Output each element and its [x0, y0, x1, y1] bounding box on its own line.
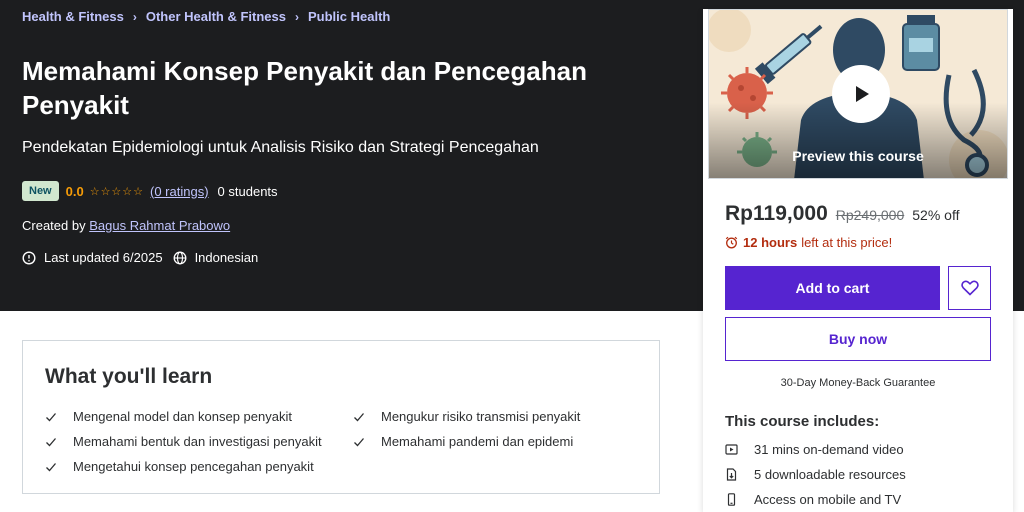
chevron-right-icon: ›: [132, 9, 137, 24]
timer-hours: 12 hours: [743, 235, 798, 250]
alarm-clock-icon: [725, 236, 738, 249]
star-rating-icon: ☆☆☆☆☆: [89, 185, 145, 198]
learn-item: Mengenal model dan konsep penyakit: [45, 409, 292, 424]
mobile-icon: [727, 493, 736, 506]
created-by-label: Created by: [22, 218, 86, 233]
price-timer: 12 hours left at this price!: [725, 235, 892, 250]
alert-clock-icon: [22, 250, 36, 265]
breadcrumb-other-health-fitness[interactable]: Other Health & Fitness: [146, 9, 286, 24]
breadcrumb-public-health[interactable]: Public Health: [308, 9, 390, 24]
course-subtitle: Pendekatan Epidemiologi untuk Analisis R…: [22, 139, 539, 156]
wishlist-button[interactable]: [948, 266, 991, 310]
chevron-right-icon: ›: [295, 9, 299, 24]
course-title: Memahami Konsep Penyakit dan Pencegahan …: [22, 56, 587, 120]
new-badge: New: [22, 181, 59, 201]
check-icon: [354, 437, 364, 446]
heart-icon: [960, 280, 979, 296]
video-icon: [725, 444, 738, 455]
includes-title: This course includes:: [725, 413, 880, 430]
last-updated: Last updated 6/2025: [44, 250, 163, 265]
rating-row: New 0.0 ☆☆☆☆☆ (0 ratings) 0 students: [22, 181, 278, 201]
download-file-icon: [726, 468, 737, 481]
learn-item: Mengetahui konsep pencegahan penyakit: [45, 459, 314, 474]
breadcrumb: Health & Fitness › Other Health & Fitnes…: [22, 9, 390, 24]
breadcrumb-health-fitness[interactable]: Health & Fitness: [22, 9, 124, 24]
learn-item: Mengukur risiko transmisi penyakit: [353, 409, 580, 424]
add-to-cart-button[interactable]: Add to cart: [725, 266, 940, 310]
check-icon: [46, 437, 56, 446]
rating-value: 0.0: [65, 183, 84, 199]
learn-item: Memahami bentuk dan investigasi penyakit: [45, 434, 322, 449]
check-icon: [354, 412, 364, 421]
play-preview-button[interactable]: [832, 65, 890, 123]
globe-icon: [173, 251, 187, 264]
created-by: Created by Bagus Rahmat Prabowo: [22, 218, 230, 233]
original-price: Rp249,000: [835, 207, 905, 223]
learn-item: Memahami pandemi dan epidemi: [353, 434, 573, 449]
course-preview[interactable]: Preview this course: [708, 9, 1008, 179]
buy-now-button[interactable]: Buy now: [725, 317, 991, 361]
discount-percent: 52% off: [912, 207, 960, 223]
course-language: Indonesian: [194, 250, 259, 265]
include-item: 5 downloadable resources: [725, 467, 906, 482]
timer-text: left at this price!: [801, 235, 893, 250]
include-item: 31 mins on-demand video: [725, 442, 904, 457]
course-meta: Last updated 6/2025 Indonesian: [22, 250, 258, 265]
ratings-count-link[interactable]: (0 ratings): [150, 184, 209, 199]
students-count: 0 students: [217, 183, 278, 199]
current-price: Rp119,000: [725, 202, 828, 225]
play-icon: [856, 86, 869, 102]
check-icon: [46, 462, 56, 471]
learn-title: What you'll learn: [45, 365, 213, 388]
include-item: Access on mobile and TV: [725, 492, 901, 507]
money-back-guarantee: 30-Day Money-Back Guarantee: [780, 377, 936, 389]
purchase-sidebar: Preview this course Rp119,000 Rp249,000 …: [703, 9, 1013, 512]
preview-course-label: Preview this course: [792, 148, 924, 164]
price-row: Rp119,000 Rp249,000 52% off: [725, 202, 960, 226]
instructor-link[interactable]: Bagus Rahmat Prabowo: [89, 218, 230, 233]
check-icon: [46, 412, 56, 421]
what-youll-learn-box: What you'll learn Mengenal model dan kon…: [22, 340, 660, 494]
